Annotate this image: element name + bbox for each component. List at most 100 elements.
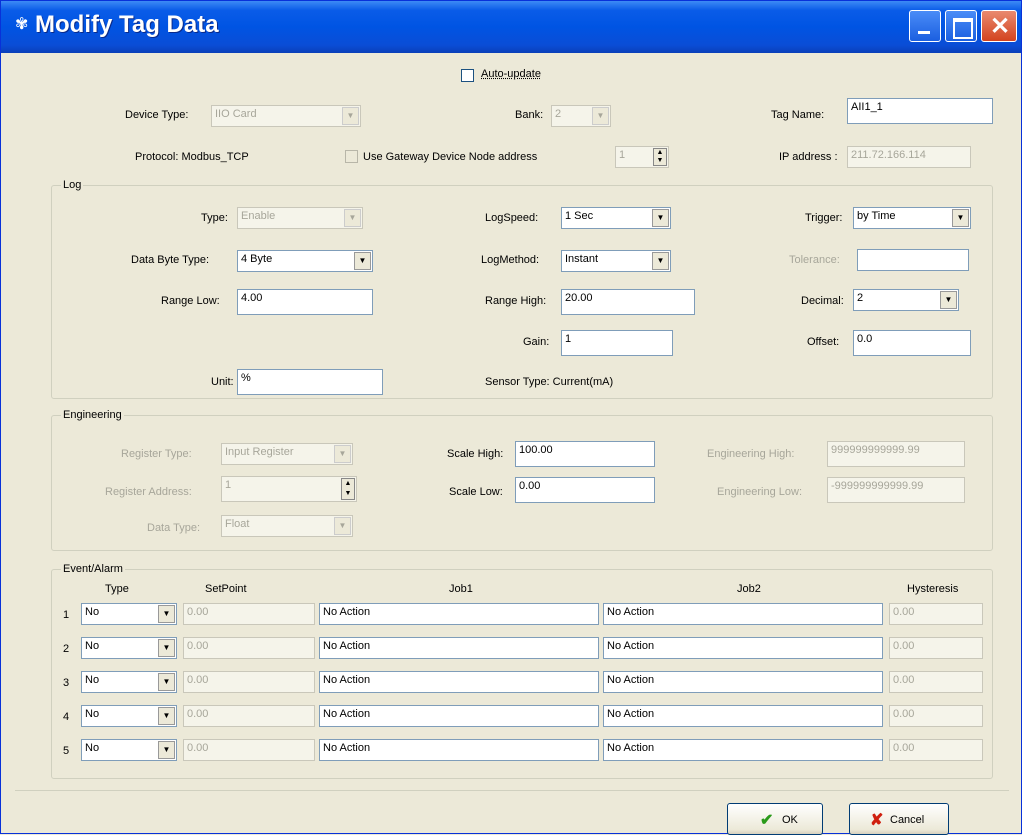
close-icon: ✕	[990, 13, 1011, 40]
job1-input[interactable]: No Action	[319, 637, 599, 659]
footer-divider	[15, 790, 1009, 791]
chevron-down-icon: ▼	[354, 252, 371, 270]
log-speed-select[interactable]: 1 Sec ▼	[561, 207, 671, 229]
close-button[interactable]: ✕	[981, 10, 1017, 42]
data-byte-type-select[interactable]: 4 Byte ▼	[237, 250, 373, 272]
ip-address-input[interactable]: 211.72.166.114	[847, 146, 971, 168]
column-header-type: Type	[105, 583, 129, 595]
ip-address-label: IP address :	[779, 151, 838, 163]
offset-input[interactable]: 0.0	[853, 330, 971, 356]
alarm-type-select[interactable]: No ▼	[81, 671, 177, 693]
column-header-job1: Job1	[449, 583, 473, 595]
node-address-stepper[interactable]: 1 ▲ ▼	[615, 146, 669, 168]
engineering-group-title: Engineering	[61, 409, 124, 421]
row-number: 2	[63, 643, 70, 655]
scale-low-input[interactable]: 0.00	[515, 477, 655, 503]
job1-input[interactable]: No Action	[319, 603, 599, 625]
chevron-down-icon: ▼	[158, 673, 175, 691]
register-type-label: Register Type:	[121, 448, 192, 460]
decimal-select[interactable]: 2 ▼	[853, 289, 959, 311]
setpoint-input[interactable]: 0.00	[183, 671, 315, 693]
offset-label: Offset:	[807, 336, 840, 348]
range-low-input[interactable]: 4.00	[237, 289, 373, 315]
gain-input[interactable]: 1	[561, 330, 673, 356]
register-type-select[interactable]: Input Register ▼	[221, 443, 353, 465]
maximize-button[interactable]	[945, 10, 977, 42]
job2-input[interactable]: No Action	[603, 637, 883, 659]
row-number: 5	[63, 745, 70, 757]
log-type-label: Type:	[201, 212, 228, 224]
auto-update-label[interactable]: Auto-update	[481, 68, 541, 80]
column-header-job2: Job2	[737, 583, 761, 595]
scale-high-input[interactable]: 100.00	[515, 441, 655, 467]
use-gateway-checkbox[interactable]	[345, 150, 358, 163]
row-number: 4	[63, 711, 70, 723]
x-icon: ✘	[870, 812, 884, 829]
alarm-type-select[interactable]: No ▼	[81, 637, 177, 659]
trigger-select[interactable]: by Time ▼	[853, 207, 971, 229]
log-method-select[interactable]: Instant ▼	[561, 250, 671, 272]
app-icon: ✾	[15, 16, 29, 33]
alarm-type-select[interactable]: No ▼	[81, 603, 177, 625]
bank-label: Bank:	[515, 109, 544, 121]
protocol-text: Protocol: Modbus_TCP	[135, 151, 249, 163]
chevron-down-icon: ▼	[158, 707, 175, 725]
spin-arrows-icon[interactable]: ▲ ▼	[653, 148, 667, 166]
register-address-label: Register Address:	[105, 486, 192, 498]
tag-name-input[interactable]: AII1_1	[847, 98, 993, 124]
row-number: 1	[63, 609, 70, 621]
job2-input[interactable]: No Action	[603, 603, 883, 625]
sensor-type-text: Sensor Type: Current(mA)	[485, 376, 614, 388]
chevron-down-icon: ▼	[952, 209, 969, 227]
bank-select[interactable]: 2 ▼	[551, 105, 611, 127]
hysteresis-input[interactable]: 0.00	[889, 637, 983, 659]
engineering-low-input[interactable]: -999999999999.99	[827, 477, 965, 503]
engineering-high-input[interactable]: 999999999999.99	[827, 441, 965, 467]
unit-input[interactable]: %	[237, 369, 383, 395]
chevron-down-icon: ▼	[344, 209, 361, 227]
column-header-hysteresis: Hysteresis	[907, 583, 959, 595]
setpoint-input[interactable]: 0.00	[183, 705, 315, 727]
tolerance-label: Tolerance:	[789, 254, 840, 266]
job1-input[interactable]: No Action	[319, 705, 599, 727]
chevron-down-icon: ▼	[652, 252, 669, 270]
job2-input[interactable]: No Action	[603, 671, 883, 693]
minimize-button[interactable]	[909, 10, 941, 42]
engineering-high-label: Engineering High:	[707, 448, 795, 460]
cancel-button[interactable]: ✘ Cancel	[849, 803, 949, 835]
window-title: Modify Tag Data	[35, 11, 219, 38]
spin-arrows-icon[interactable]: ▲ ▼	[341, 478, 355, 500]
log-type-select[interactable]: Enable ▼	[237, 207, 363, 229]
setpoint-input[interactable]: 0.00	[183, 603, 315, 625]
scale-high-label: Scale High:	[447, 448, 504, 460]
chevron-down-icon: ▼	[940, 291, 957, 309]
range-high-input[interactable]: 20.00	[561, 289, 695, 315]
title-bar[interactable]: ✾ Modify Tag Data ✕	[1, 1, 1021, 53]
chevron-down-icon: ▼	[334, 445, 351, 463]
chevron-down-icon: ▼	[342, 107, 359, 125]
checkmark-icon: ✔	[760, 812, 774, 829]
chevron-down-icon: ▼	[652, 209, 669, 227]
log-speed-label: LogSpeed:	[485, 212, 539, 224]
hysteresis-input[interactable]: 0.00	[889, 671, 983, 693]
auto-update-checkbox[interactable]	[461, 69, 474, 82]
tolerance-input[interactable]	[857, 249, 969, 271]
data-byte-type-label: Data Byte Type:	[131, 254, 210, 266]
job1-input[interactable]: No Action	[319, 671, 599, 693]
scale-low-label: Scale Low:	[449, 486, 503, 498]
setpoint-input[interactable]: 0.00	[183, 637, 315, 659]
alarm-type-select[interactable]: No ▼	[81, 705, 177, 727]
job1-input[interactable]: No Action	[319, 739, 599, 761]
ok-button[interactable]: ✔ OK	[727, 803, 823, 835]
device-type-select[interactable]: IIO Card ▼	[211, 105, 361, 127]
hysteresis-input[interactable]: 0.00	[889, 739, 983, 761]
job2-input[interactable]: No Action	[603, 705, 883, 727]
setpoint-input[interactable]: 0.00	[183, 739, 315, 761]
register-address-stepper[interactable]: 1 ▲ ▼	[221, 476, 357, 502]
alarm-type-select[interactable]: No ▼	[81, 739, 177, 761]
job2-input[interactable]: No Action	[603, 739, 883, 761]
hysteresis-input[interactable]: 0.00	[889, 603, 983, 625]
data-type-select[interactable]: Float ▼	[221, 515, 353, 537]
hysteresis-input[interactable]: 0.00	[889, 705, 983, 727]
data-type-label: Data Type:	[147, 522, 200, 534]
